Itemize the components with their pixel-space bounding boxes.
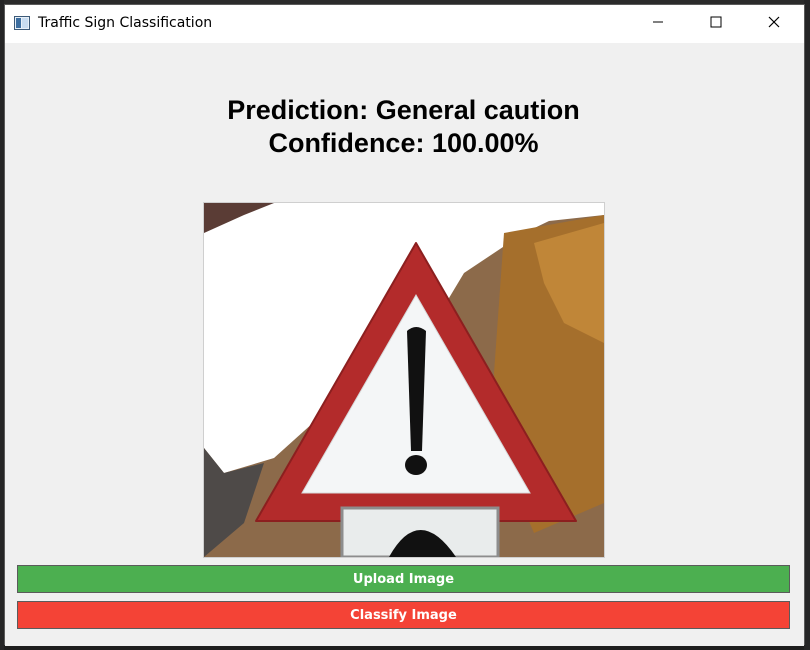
uploaded-image [203, 202, 605, 558]
maximize-button[interactable] [687, 5, 745, 43]
window-title: Traffic Sign Classification [38, 15, 213, 31]
minimize-icon [652, 15, 664, 33]
app-window: Traffic Sign Classification Prediction: … [4, 4, 805, 646]
maximize-icon [710, 15, 722, 33]
classify-image-button[interactable]: Classify Image [17, 601, 790, 629]
main-content: Prediction: General caution Confidence: … [5, 43, 804, 646]
close-icon [768, 15, 780, 33]
prediction-result: Prediction: General caution Confidence: … [5, 94, 802, 160]
prediction-label: Prediction: General caution [227, 95, 580, 125]
minimize-button[interactable] [629, 5, 687, 43]
confidence-label: Confidence: 100.00% [268, 128, 539, 158]
title-bar[interactable]: Traffic Sign Classification [5, 5, 804, 43]
upload-image-button[interactable]: Upload Image [17, 565, 790, 593]
close-button[interactable] [745, 5, 803, 43]
general-caution-sign-icon [204, 203, 604, 557]
app-icon [14, 16, 30, 30]
